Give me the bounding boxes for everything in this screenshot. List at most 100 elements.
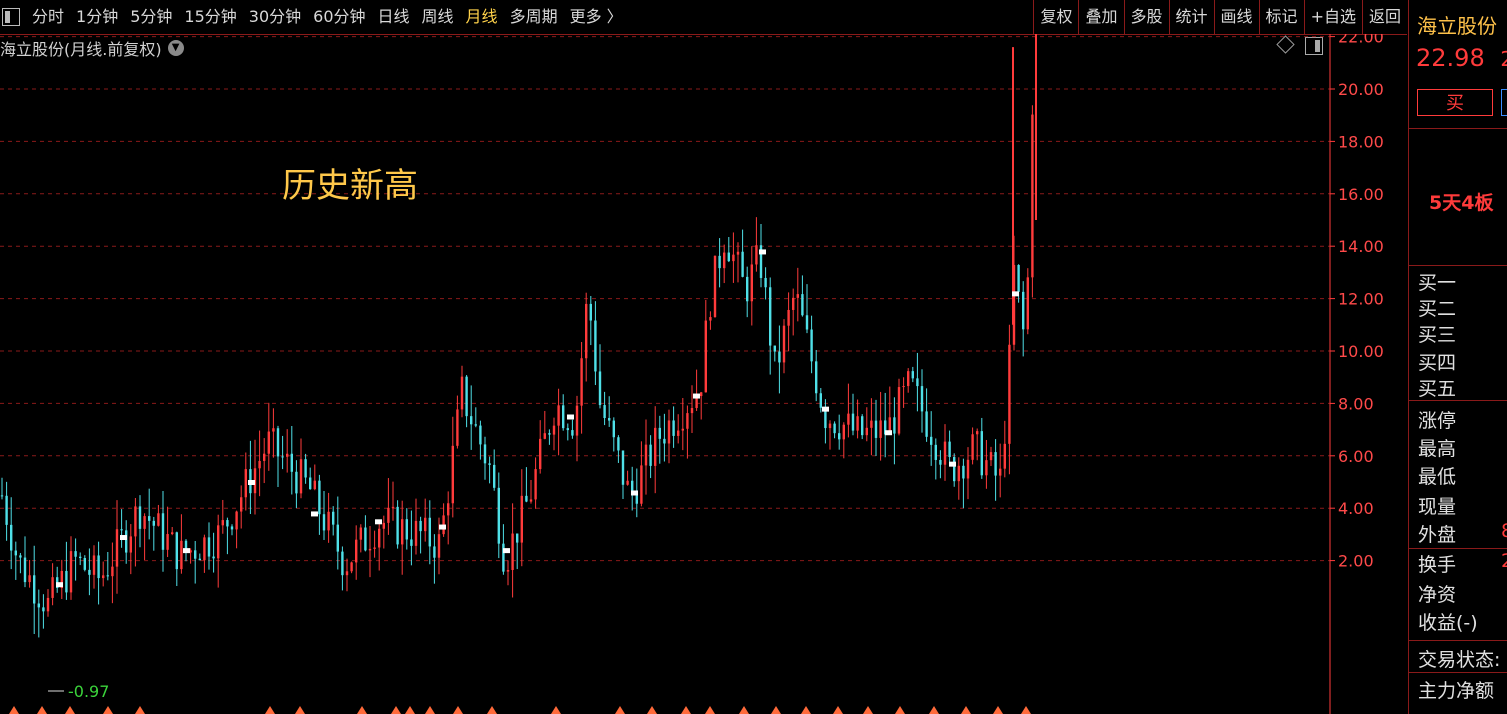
y-tick-label: 22.00 <box>1338 34 1384 47</box>
candle-body <box>451 445 454 504</box>
candle-body <box>134 506 137 537</box>
candle-body <box>686 413 689 429</box>
candle-body <box>874 420 878 438</box>
candle-body <box>520 495 523 543</box>
candle-body <box>152 520 155 526</box>
quote-panel: 海立股份 22.98 2 买 5天4板 买一买二买三买四买五涨停最高最低现量外盘… <box>1408 0 1507 714</box>
candle-body <box>787 309 790 326</box>
y-tick-label: 14.00 <box>1338 237 1384 256</box>
candle-body <box>626 480 629 485</box>
candle-body <box>194 550 197 559</box>
stock-name: 海立股份 <box>1417 14 1497 38</box>
candle-body <box>939 459 942 465</box>
candle-body <box>396 506 399 545</box>
candle-body <box>989 452 993 461</box>
candle-body <box>502 543 505 572</box>
candle-body <box>585 303 588 359</box>
signal-arrow-icon <box>551 706 561 714</box>
tab-4[interactable]: 30分钟 <box>243 0 307 34</box>
tool-tab-7[interactable]: 返回 <box>1361 0 1407 34</box>
tool-tab-2[interactable]: 多股 <box>1123 0 1169 34</box>
candle-body <box>838 433 841 440</box>
candle-body <box>907 371 910 387</box>
tab-3[interactable]: 15分钟 <box>178 0 242 34</box>
candle-body <box>663 438 666 444</box>
quote-label: 最高 <box>1418 438 1457 460</box>
candle-body <box>654 427 657 466</box>
candle-body <box>746 276 749 302</box>
average-marker <box>1012 291 1019 297</box>
tool-tab-6[interactable]: +自选 <box>1303 0 1362 34</box>
candle-body <box>971 434 974 460</box>
candle-body <box>681 428 684 431</box>
candle-body <box>732 254 735 262</box>
buy-button[interactable]: 买 <box>1417 89 1493 116</box>
quote-label: 交易状态: <box>1418 649 1501 671</box>
candle-body <box>741 251 744 277</box>
sell-button[interactable] <box>1501 89 1507 116</box>
tool-tab-0[interactable]: 复权 <box>1033 0 1078 34</box>
candle-body <box>318 480 321 515</box>
tab-6[interactable]: 日线 <box>372 0 416 34</box>
candle-body <box>704 320 707 393</box>
tab-0[interactable]: 分时 <box>26 0 70 34</box>
candlestick-chart[interactable]: 22.00 20.00 18.00 16.00 14.00 12.00 10.00 8.00 6… <box>0 34 1407 714</box>
signal-arrow-icon <box>863 706 873 714</box>
price-extra: 2 <box>1500 47 1507 71</box>
candle-body <box>313 480 316 490</box>
candle-body <box>810 329 813 362</box>
low-label: -0.97 <box>68 682 109 701</box>
signal-arrow-icon <box>391 706 401 714</box>
candle-body <box>42 607 45 612</box>
average-marker <box>503 548 510 554</box>
candle-body <box>566 428 569 431</box>
candle-body <box>534 469 537 500</box>
candle-body <box>764 277 767 288</box>
candle-body <box>92 555 96 575</box>
candle-body <box>1022 291 1025 330</box>
tool-tab-1[interactable]: 叠加 <box>1078 0 1123 34</box>
tab-5[interactable]: 60分钟 <box>307 0 371 34</box>
candle-body <box>74 551 77 557</box>
candle-body <box>111 566 114 577</box>
average-marker <box>248 480 255 485</box>
candle-body <box>115 529 119 567</box>
candle-body <box>617 437 620 451</box>
tab-10[interactable]: 更多 〉 <box>564 0 629 34</box>
candle-body <box>272 428 275 432</box>
candle-body <box>479 425 482 445</box>
tool-tab-4[interactable]: 画线 <box>1213 0 1259 34</box>
candle-body <box>10 524 13 551</box>
candle-body <box>148 516 151 521</box>
tool-tab-5[interactable]: 标记 <box>1258 0 1304 34</box>
candle-body <box>847 413 850 425</box>
candle-body <box>1008 344 1011 444</box>
candle-body <box>589 303 592 321</box>
candle-body <box>203 537 206 561</box>
candle-body <box>828 423 832 429</box>
divider <box>1409 640 1507 641</box>
candle-body <box>1003 443 1006 469</box>
quote-label: 买一 <box>1418 272 1457 294</box>
candle-body <box>667 420 671 444</box>
tab-2[interactable]: 5分钟 <box>124 0 178 34</box>
tab-1[interactable]: 1分钟 <box>70 0 124 34</box>
candle-body <box>79 556 82 559</box>
average-marker <box>631 490 638 496</box>
tool-tab-3[interactable]: 统计 <box>1168 0 1214 34</box>
candle-body <box>171 532 174 535</box>
average-marker <box>311 511 318 517</box>
candle-body <box>493 464 496 488</box>
tab-8[interactable]: 月线 <box>460 0 504 34</box>
tab-7[interactable]: 周线 <box>416 0 460 34</box>
candle-body <box>644 444 648 466</box>
candle-body <box>723 252 726 269</box>
tab-9[interactable]: 多周期 <box>504 0 564 34</box>
candle-body <box>856 416 859 431</box>
candle-body <box>483 444 487 464</box>
layout-toggle-icon[interactable] <box>2 8 20 26</box>
candle-body <box>97 555 100 579</box>
signal-arrow-icon <box>295 706 305 714</box>
signal-arrow-icon <box>771 706 781 714</box>
candle-body <box>833 423 836 434</box>
